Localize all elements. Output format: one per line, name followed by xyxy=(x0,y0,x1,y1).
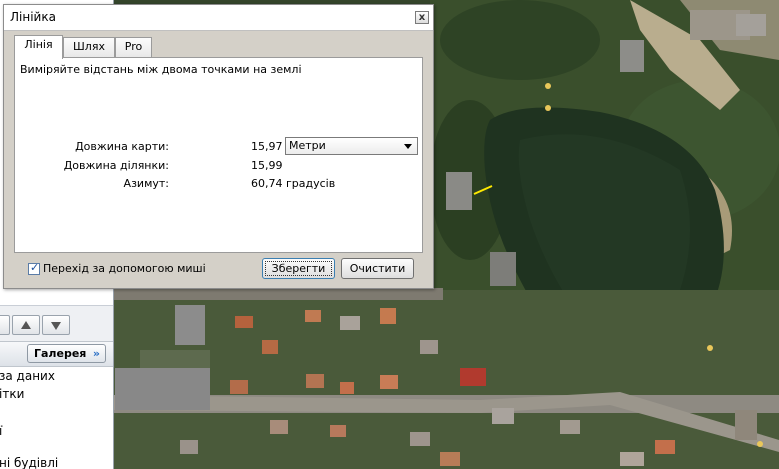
map-length-label: Довжина карти: xyxy=(75,140,169,153)
layer-item-label[interactable]: за даних xyxy=(0,369,55,383)
azimuth-value: 60,74 градусів xyxy=(251,177,336,190)
tab-panel-line: Виміряйте відстань між двома точками на … xyxy=(14,57,423,253)
arrow-down-icon xyxy=(51,322,61,330)
toolbar-button-partial[interactable] xyxy=(0,315,10,335)
arrow-up-icon xyxy=(21,321,31,329)
ground-length-label: Довжина ділянки: xyxy=(63,159,169,172)
gallery-button[interactable]: Галерея » xyxy=(27,344,106,363)
mouse-navigation-checkbox[interactable]: ✓ xyxy=(28,261,40,275)
tab-pro[interactable]: Pro xyxy=(115,37,152,57)
clear-button[interactable]: Очистити xyxy=(341,258,414,279)
map-length-value: 15,97 xyxy=(251,140,283,153)
close-icon[interactable]: x xyxy=(415,11,429,24)
tab-path[interactable]: Шлях xyxy=(63,37,115,57)
save-button[interactable]: Зберегти xyxy=(262,258,335,279)
move-down-button[interactable] xyxy=(42,315,70,335)
layer-item-label[interactable]: ні будівлі xyxy=(0,456,58,469)
instruction-text: Виміряйте відстань між двома точками на … xyxy=(20,63,302,76)
move-up-button[interactable] xyxy=(12,315,40,335)
double-chevron-right-icon: » xyxy=(92,347,100,360)
layers-header: Галерея » xyxy=(0,341,113,367)
unit-select-value: Метри xyxy=(289,139,326,152)
chevron-down-icon xyxy=(404,144,412,149)
azimuth-label: Азимут: xyxy=(123,177,169,190)
ruler-dialog: Лінійка x Лінія Шлях Pro Виміряйте відст… xyxy=(3,4,434,289)
places-toolbar xyxy=(0,305,113,342)
dialog-titlebar[interactable]: Лінійка x xyxy=(4,5,433,31)
layer-item-label[interactable]: ї xyxy=(0,424,2,438)
mouse-navigation-label[interactable]: Перехід за допомогою миші xyxy=(43,262,206,275)
tab-line[interactable]: Лінія xyxy=(14,35,63,59)
ground-length-value: 15,99 xyxy=(251,159,283,172)
gallery-button-label: Галерея xyxy=(34,347,87,360)
layer-item-label[interactable]: ітки xyxy=(0,387,24,401)
dialog-title: Лінійка xyxy=(10,10,56,24)
checkmark-icon: ✓ xyxy=(30,261,40,274)
unit-select[interactable]: Метри xyxy=(285,137,418,155)
